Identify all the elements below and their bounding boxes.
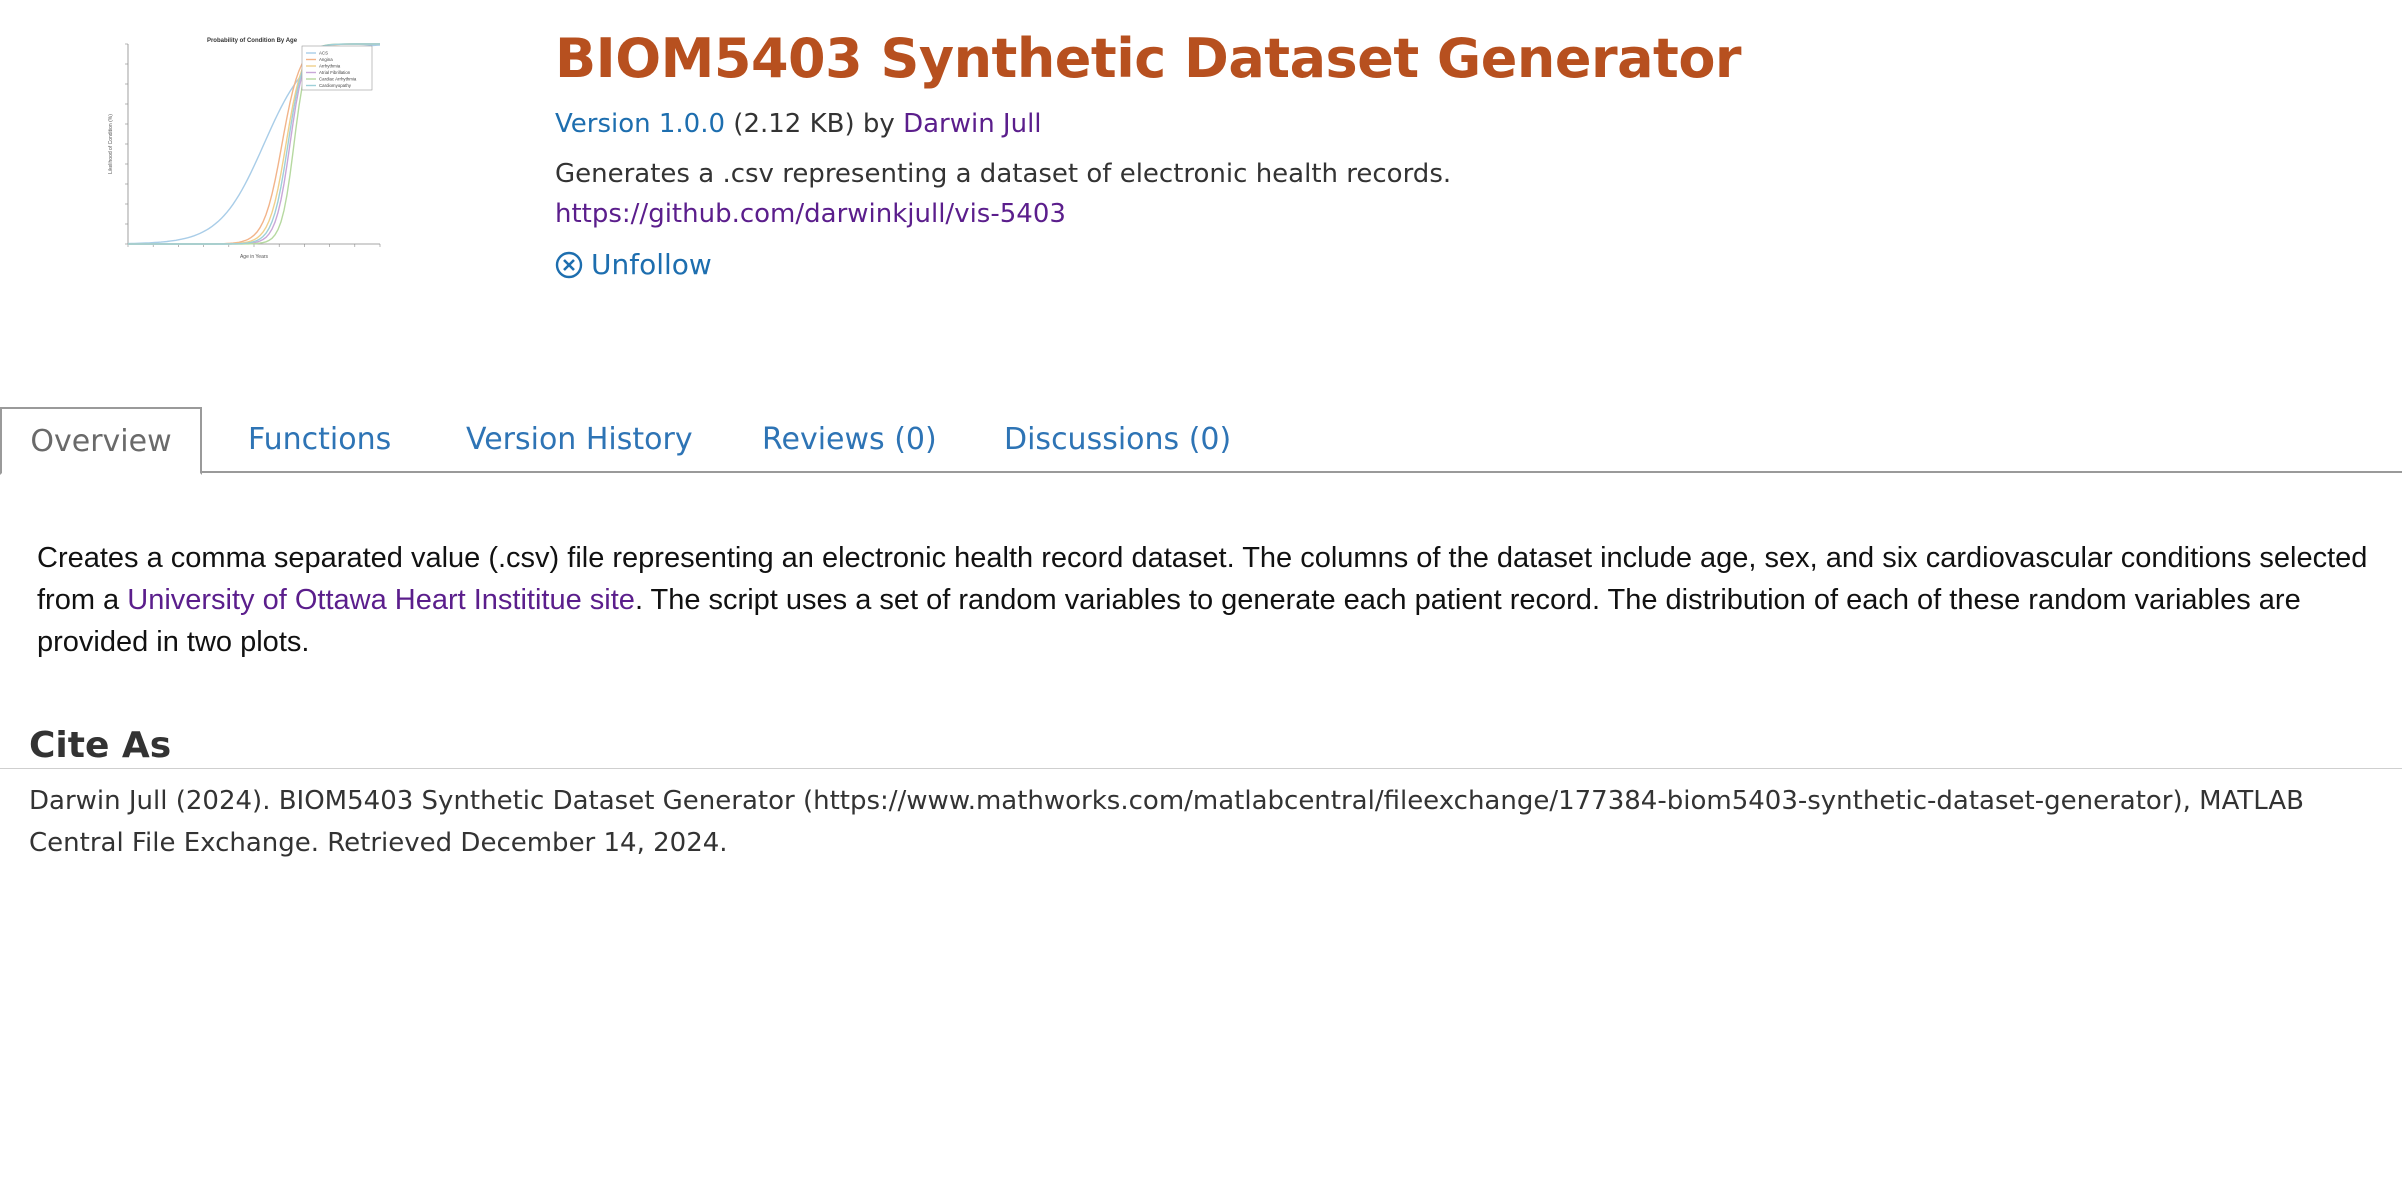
overview-description: Creates a comma separated value (.csv) f… (37, 537, 2382, 663)
author-link[interactable]: Darwin Jull (903, 109, 1041, 139)
close-circle-icon (555, 251, 583, 278)
tab-reviews[interactable]: Reviews (0) (762, 407, 937, 473)
cite-text: Darwin Jull (2024). BIOM5403 Synthetic D… (29, 786, 2304, 858)
thumbnail-legend-label: Angina (319, 57, 333, 62)
thumbnail-legend-label: Cardiomyopathy (319, 83, 352, 88)
cite-divider (0, 768, 2402, 769)
by-label: by (862, 109, 895, 139)
meta-line: Version 1.0.0 (2.12 KB) by Darwin Jull (555, 106, 2355, 142)
thumbnail-plot[interactable]: Probability of Condition By Age ACSAngin… (104, 30, 394, 266)
repo-link[interactable]: https://github.com/darwinkjull/vis-5403 (555, 194, 1066, 234)
tab-overview[interactable]: Overview (0, 407, 202, 475)
thumbnail-xlabel: Age in Years (240, 254, 269, 260)
thumbnail-legend-label: Arrhythmia (319, 64, 341, 69)
page-title: BIOM5403 Synthetic Dataset Generator (555, 27, 1742, 90)
ottawa-heart-link[interactable]: University of Ottawa Heart Instititue si… (127, 584, 635, 616)
tab-functions[interactable]: Functions (248, 407, 391, 473)
file-size: (2.12 KB) (733, 109, 855, 139)
summary-text: Generates a .csv representing a dataset … (555, 159, 1452, 189)
thumbnail-title: Probability of Condition By Age (207, 38, 298, 44)
unfollow-button[interactable]: Unfollow (555, 248, 712, 281)
thumbnail-legend-label: Cardiac Arrhythmia (319, 77, 357, 82)
unfollow-label: Unfollow (591, 248, 712, 281)
tab-version-history[interactable]: Version History (466, 407, 693, 473)
tab-discussions[interactable]: Discussions (0) (1004, 407, 1231, 473)
thumbnail-legend: ACSAngina ArrhythmiaAtrial Fibrillation Ca… (301, 45, 373, 91)
tab-bar: Overview Functions Version History Revie… (0, 407, 2402, 475)
thumbnail-ylabel: Likelihood of Condition (%) (108, 114, 114, 174)
file-exchange-page: Probability of Condition By Age ACS Angin… (0, 0, 2402, 1198)
thumbnail-legend-label: ACS (319, 51, 328, 56)
cite-heading: Cite As (29, 725, 172, 766)
thumbnail-legend-label: Atrial Fibrillation (319, 70, 351, 75)
header-info: BIOM5403 Synthetic Dataset Generator Ver… (555, 22, 2355, 284)
version-link[interactable]: Version 1.0.0 (555, 109, 725, 139)
